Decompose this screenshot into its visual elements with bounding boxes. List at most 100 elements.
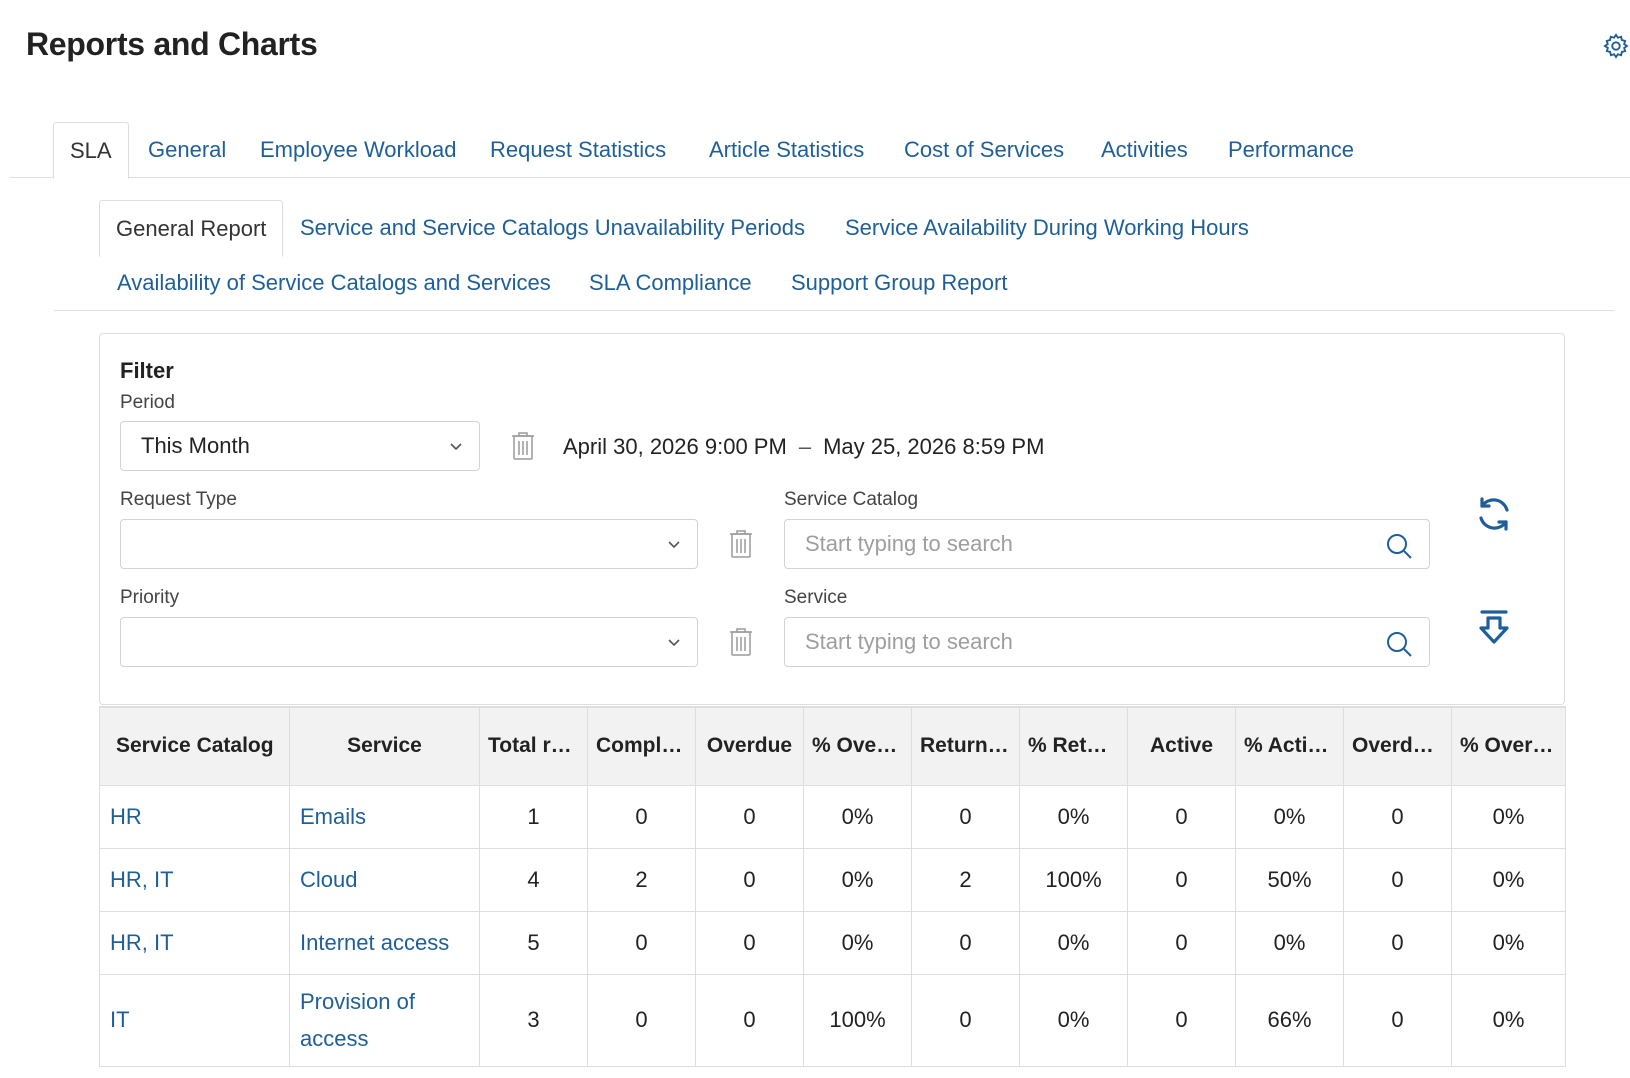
service-link[interactable]: Cloud	[289, 847, 480, 912]
cell: 0	[695, 910, 804, 975]
cell: 0	[695, 847, 804, 912]
period-select-value: This Month	[141, 433, 250, 458]
cell: 0	[1127, 910, 1236, 975]
tab-article-statistics[interactable]: Article Statistics	[709, 122, 864, 178]
date-range: April 30, 2026 9:00 PM – May 25, 2026 8:59…	[563, 434, 1044, 460]
report-table: Service Catalog Service Total req... Com…	[99, 706, 1566, 1067]
search-icon[interactable]	[1385, 532, 1413, 560]
tab-cost-of-services[interactable]: Cost of Services	[904, 122, 1064, 178]
service-input[interactable]	[785, 618, 1429, 666]
cell: 66%	[1235, 973, 1344, 1067]
cell: 0	[911, 973, 1020, 1067]
col-overdue-active[interactable]: Overdue...	[1343, 706, 1452, 786]
search-icon[interactable]	[1385, 630, 1413, 658]
tab-activities[interactable]: Activities	[1101, 122, 1188, 178]
cell: 0	[587, 784, 696, 849]
service-catalog-input[interactable]	[785, 520, 1429, 568]
cell: 0%	[1235, 784, 1344, 849]
settings-gear-icon[interactable]	[1602, 32, 1630, 60]
tab-general[interactable]: General	[148, 122, 226, 178]
service-catalog-label: Service Catalog	[784, 489, 919, 510]
cell: 0	[1343, 847, 1452, 912]
col-percent-overdue[interactable]: % Overd...	[803, 706, 912, 786]
cell: 0	[911, 910, 1020, 975]
subtab-availability-working-hours[interactable]: Service Availability During Working Hour…	[845, 200, 1249, 256]
cell: 2	[911, 847, 1020, 912]
tab-request-statistics[interactable]: Request Statistics	[490, 122, 666, 178]
catalog-link[interactable]: HR, IT	[99, 910, 290, 975]
subtab-general-report[interactable]: General Report	[99, 200, 284, 257]
clear-request-type-trash-icon[interactable]	[728, 529, 754, 559]
cell: 0%	[1451, 847, 1566, 912]
col-service-catalog[interactable]: Service Catalog	[99, 706, 290, 786]
subtab-support-group-report[interactable]: Support Group Report	[791, 255, 1007, 311]
col-service[interactable]: Service	[289, 706, 480, 786]
period-select[interactable]: This Month	[120, 421, 480, 471]
col-percent-overdue-active[interactable]: % Overd...	[1451, 706, 1566, 786]
period-label: Period	[120, 392, 175, 413]
cell: 0	[1343, 910, 1452, 975]
chevron-down-icon	[665, 633, 683, 651]
col-active[interactable]: Active	[1127, 706, 1236, 786]
table-header-row: Service Catalog Service Total req... Com…	[99, 706, 1566, 786]
cell: 0	[587, 973, 696, 1067]
col-total-requests[interactable]: Total req...	[479, 706, 588, 786]
subtab-availability-catalogs-services[interactable]: Availability of Service Catalogs and Ser…	[117, 255, 551, 311]
chevron-down-icon	[665, 535, 683, 553]
col-completed[interactable]: Complet...	[587, 706, 696, 786]
table-row: IT Provision of access 3 0 0 100% 0 0% 0…	[99, 973, 1566, 1067]
cell: 0%	[1451, 784, 1566, 849]
main-tabs: SLA General Employee Workload Request St…	[10, 122, 1630, 179]
service-catalog-search	[784, 519, 1430, 569]
subtab-sla-compliance[interactable]: SLA Compliance	[589, 255, 752, 311]
cell: 2	[587, 847, 696, 912]
filter-title: Filter	[120, 358, 174, 383]
cell: 0	[587, 910, 696, 975]
download-icon[interactable]	[1474, 608, 1514, 648]
catalog-link[interactable]: HR	[99, 784, 290, 849]
catalog-link[interactable]: IT	[99, 973, 290, 1067]
cell: 5	[479, 910, 588, 975]
cell: 0%	[803, 847, 912, 912]
sub-tabs: General Report Service and Service Catal…	[54, 200, 1614, 311]
cell: 0%	[1235, 910, 1344, 975]
tab-performance[interactable]: Performance	[1228, 122, 1354, 178]
tab-sla[interactable]: SLA	[53, 122, 129, 179]
col-returned[interactable]: Returned	[911, 706, 1020, 786]
catalog-link[interactable]: HR, IT	[99, 847, 290, 912]
priority-label: Priority	[120, 587, 180, 608]
cell: 0	[1343, 784, 1452, 849]
service-search	[784, 617, 1430, 667]
service-link[interactable]: Emails	[289, 784, 480, 849]
clear-priority-trash-icon[interactable]	[728, 627, 754, 657]
cell: 0	[1127, 973, 1236, 1067]
cell: 0%	[1451, 910, 1566, 975]
table-row: HR, IT Internet access 5 0 0 0% 0 0% 0 0…	[99, 910, 1566, 975]
col-overdue[interactable]: Overdue	[695, 706, 804, 786]
service-label: Service	[784, 587, 848, 608]
cell: 0	[1127, 847, 1236, 912]
cell: 0%	[1019, 973, 1128, 1067]
page-title: Reports and Charts	[26, 26, 318, 62]
cell: 1	[479, 784, 588, 849]
cell: 50%	[1235, 847, 1344, 912]
cell: 0	[695, 784, 804, 849]
table-row: HR Emails 1 0 0 0% 0 0% 0 0% 0 0%	[99, 784, 1566, 849]
tab-employee-workload[interactable]: Employee Workload	[260, 122, 456, 178]
service-link[interactable]: Internet access	[289, 910, 480, 975]
table-row: HR, IT Cloud 4 2 0 0% 2 100% 0 50% 0 0%	[99, 847, 1566, 912]
cell: 0%	[1019, 910, 1128, 975]
subtab-unavailability-periods[interactable]: Service and Service Catalogs Unavailabil…	[300, 200, 805, 256]
col-percent-active[interactable]: % Active...	[1235, 706, 1344, 786]
col-percent-returned[interactable]: % Retur...	[1019, 706, 1128, 786]
refresh-icon[interactable]	[1474, 494, 1514, 534]
cell: 0%	[1019, 784, 1128, 849]
priority-select[interactable]	[120, 617, 698, 667]
service-link[interactable]: Provision of access	[289, 973, 480, 1067]
cell: 0	[695, 973, 804, 1067]
request-type-select[interactable]	[120, 519, 698, 569]
date-to: May 25, 2026 8:59 PM	[823, 434, 1045, 459]
clear-period-trash-icon[interactable]	[510, 431, 536, 461]
cell: 0	[1127, 784, 1236, 849]
request-type-label: Request Type	[120, 489, 237, 510]
